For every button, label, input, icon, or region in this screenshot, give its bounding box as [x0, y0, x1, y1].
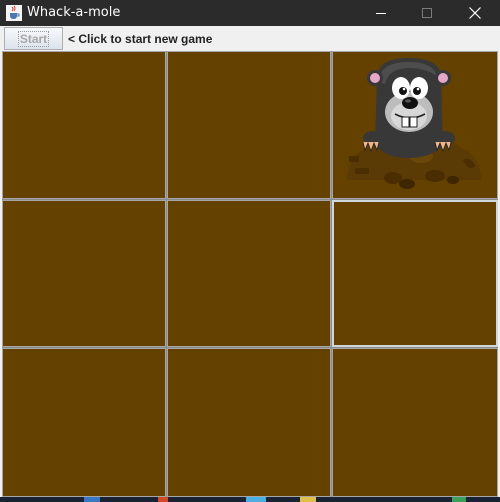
hole-2-3[interactable] [332, 200, 498, 347]
java-cup-icon [6, 5, 22, 21]
start-button-label: Start [17, 30, 50, 47]
close-button[interactable] [450, 0, 500, 26]
close-icon [469, 7, 481, 19]
taskbar-edge [0, 497, 500, 502]
toolbar: Start < Click to start new game [0, 26, 500, 52]
start-button[interactable]: Start [4, 27, 63, 50]
hole-2-1[interactable] [2, 200, 166, 347]
hole-1-3[interactable] [332, 51, 498, 199]
hole-3-3[interactable] [332, 348, 498, 497]
minimize-icon [376, 13, 386, 14]
hole-3-2[interactable] [167, 348, 331, 497]
mole-icon[interactable] [333, 52, 497, 198]
game-board [2, 51, 498, 497]
hole-3-1[interactable] [2, 348, 166, 497]
hole-2-2[interactable] [167, 200, 331, 347]
minimize-button[interactable] [358, 0, 404, 26]
maximize-icon [422, 8, 432, 18]
hole-1-1[interactable] [2, 51, 166, 199]
start-hint-text: < Click to start new game [68, 32, 213, 46]
maximize-button[interactable] [404, 0, 450, 26]
title-bar: Whack-a-mole [0, 0, 500, 26]
hole-1-2[interactable] [167, 51, 331, 199]
window-title: Whack-a-mole [27, 5, 121, 20]
